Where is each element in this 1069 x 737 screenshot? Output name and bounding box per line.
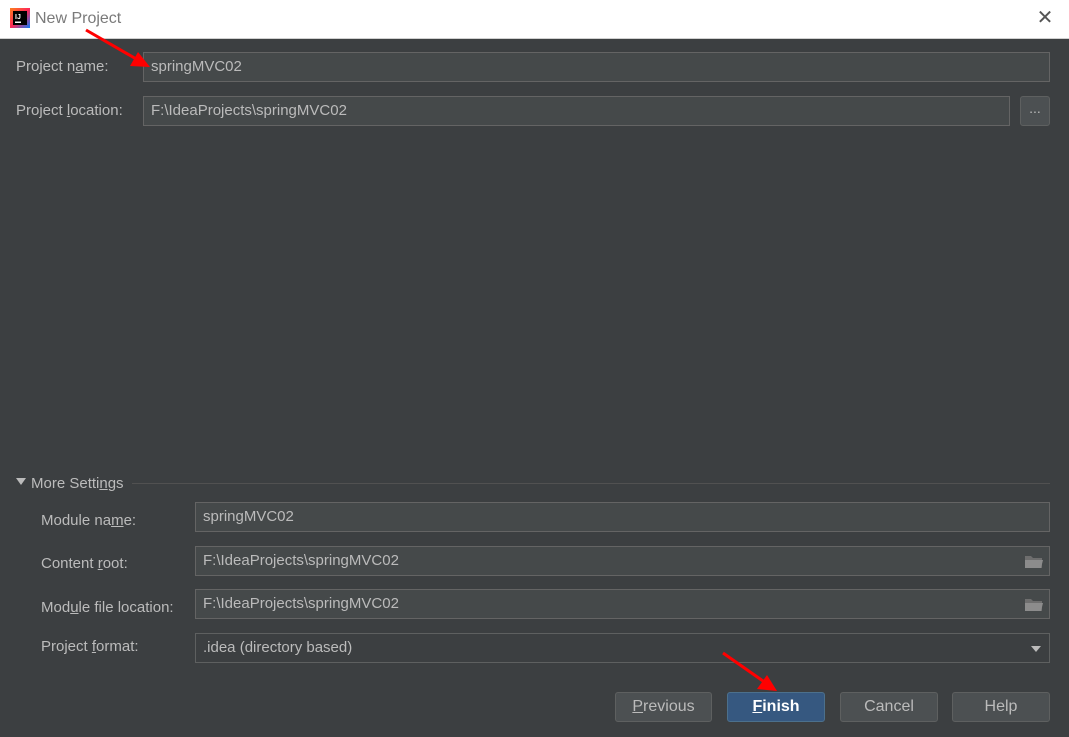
project-location-input[interactable]: F:\IdeaProjects\springMVC02 bbox=[143, 96, 1010, 126]
project-location-value: F:\IdeaProjects\springMVC02 bbox=[151, 102, 347, 119]
project-name-label: Project name: bbox=[16, 58, 109, 75]
title-bar: IJ New Project ✕ bbox=[0, 0, 1069, 39]
more-settings-header[interactable]: More Settings bbox=[31, 475, 124, 492]
previous-button[interactable]: Previous bbox=[615, 692, 712, 722]
content-root-input[interactable]: F:\IdeaProjects\springMVC02 bbox=[195, 546, 1050, 576]
module-file-location-value: F:\IdeaProjects\springMVC02 bbox=[203, 595, 399, 612]
intellij-idea-icon: IJ bbox=[10, 8, 30, 28]
project-format-label: Project format: bbox=[41, 638, 139, 655]
folder-icon[interactable] bbox=[1024, 596, 1044, 612]
project-name-value: springMVC02 bbox=[151, 58, 242, 75]
project-format-select[interactable]: .idea (directory based) bbox=[195, 633, 1050, 663]
help-button[interactable]: Help bbox=[952, 692, 1050, 722]
collapse-triangle-icon[interactable] bbox=[16, 478, 26, 485]
folder-icon[interactable] bbox=[1024, 553, 1044, 569]
project-name-input[interactable]: springMVC02 bbox=[143, 52, 1050, 82]
cancel-button[interactable]: Cancel bbox=[840, 692, 938, 722]
project-location-label: Project location: bbox=[16, 102, 123, 119]
svg-text:IJ: IJ bbox=[15, 14, 21, 21]
content-root-value: F:\IdeaProjects\springMVC02 bbox=[203, 552, 399, 569]
chevron-down-icon bbox=[1031, 646, 1041, 652]
finish-button[interactable]: Finish bbox=[727, 692, 825, 722]
module-name-label: Module name: bbox=[41, 512, 137, 529]
module-name-value: springMVC02 bbox=[203, 508, 294, 525]
more-settings-divider bbox=[132, 483, 1050, 484]
project-format-value: .idea (directory based) bbox=[203, 639, 353, 656]
module-name-input[interactable]: springMVC02 bbox=[195, 502, 1050, 532]
window-title: New Project bbox=[35, 10, 122, 27]
module-file-location-input[interactable]: F:\IdeaProjects\springMVC02 bbox=[195, 589, 1050, 619]
close-icon[interactable]: ✕ bbox=[1035, 8, 1055, 28]
browse-location-button[interactable]: ... bbox=[1020, 96, 1050, 126]
content-root-label: Content root: bbox=[41, 555, 128, 572]
module-file-location-label: Module file location: bbox=[41, 599, 174, 616]
